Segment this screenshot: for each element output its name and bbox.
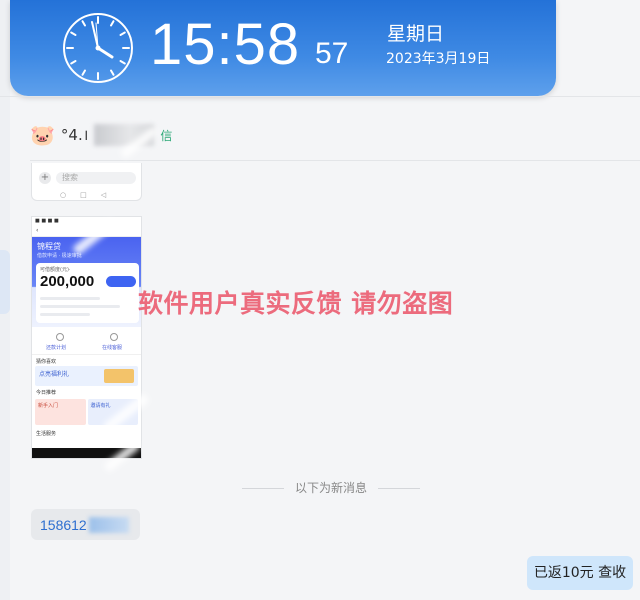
date-label: 2023年3月19日 xyxy=(386,51,491,67)
analog-clock-icon xyxy=(63,13,133,83)
phone-shortcut-icon xyxy=(110,333,118,341)
phone-banner: 点亮福利礼 xyxy=(35,366,138,386)
phone-hero-title: 锦程贷 xyxy=(37,242,61,251)
new-messages-label: 以下为新消息 xyxy=(295,481,368,495)
image-message-partial[interactable]: + 搜索 ○□◁ xyxy=(31,163,142,201)
phone-banner-image xyxy=(104,369,134,383)
pig-avatar-icon: 🐷 xyxy=(30,123,55,147)
phone-number-text: 158612 xyxy=(40,516,87,533)
separator-line xyxy=(242,488,284,489)
seconds-display: 57 xyxy=(315,37,349,70)
phone-amount-caption: 可借额度(元)· xyxy=(40,267,71,273)
contact-divider xyxy=(30,160,640,161)
phone-section-title: 生活服务 xyxy=(36,431,57,437)
phone-hero: 锦程贷 借款申请 · 极速审批 可借额度(元)· 200,000 xyxy=(32,237,141,327)
separator-line xyxy=(378,488,420,489)
phone-amount: 200,000 xyxy=(40,273,95,290)
phone-status-bar: ■ ■ ■ ■ xyxy=(32,217,141,225)
nav-dots: ○□◁ xyxy=(60,191,121,199)
image-message-screenshot[interactable]: ■ ■ ■ ■ ‹ 锦程贷 借款申请 · 极速审批 可借额度(元)· 200,0… xyxy=(31,216,142,459)
search-pill: 搜索 xyxy=(56,172,136,184)
contact-name: °4.। xyxy=(60,126,89,144)
phone-apply-button xyxy=(106,276,136,287)
phone-shortcut-row: 还款计划 在线客服 xyxy=(32,327,141,355)
phone-line xyxy=(40,313,90,316)
message-bubble-incoming[interactable]: 158612 xyxy=(31,509,140,540)
phone-section-title: 今日推荐 xyxy=(36,390,57,396)
phone-section-title: 猜你喜欢 xyxy=(36,359,57,365)
phone-line xyxy=(40,297,100,300)
contact-tag: 信 xyxy=(160,128,173,143)
time-display: 15:58 xyxy=(150,12,301,77)
watermark-text: 软件用户真实反馈 请勿盗图 xyxy=(138,289,454,318)
phone-shortcut-label: 在线客服 xyxy=(102,345,123,351)
header-divider xyxy=(0,96,640,97)
clock-widget: 15:58 57 星期日 2023年3月19日 xyxy=(10,0,556,96)
phone-banner-text: 点亮福利礼 xyxy=(39,371,70,378)
phone-amount-card: 可借额度(元)· 200,000 xyxy=(36,263,139,323)
phone-tile: 新手入门 xyxy=(35,399,86,425)
plus-icon: + xyxy=(39,172,51,184)
phone-shortcut-label: 还款计划 xyxy=(46,345,67,351)
redacted-number xyxy=(88,516,129,533)
phone-line xyxy=(40,305,120,308)
weekday-label: 星期日 xyxy=(387,23,445,45)
new-messages-separator: 以下为新消息 xyxy=(0,480,640,496)
message-bubble-outgoing[interactable]: 已返10元 查收 xyxy=(527,556,633,590)
phone-hero-subtitle: 借款申请 · 极速审批 xyxy=(37,253,82,259)
phone-shortcut-icon xyxy=(56,333,64,341)
left-tab[interactable] xyxy=(0,250,10,314)
